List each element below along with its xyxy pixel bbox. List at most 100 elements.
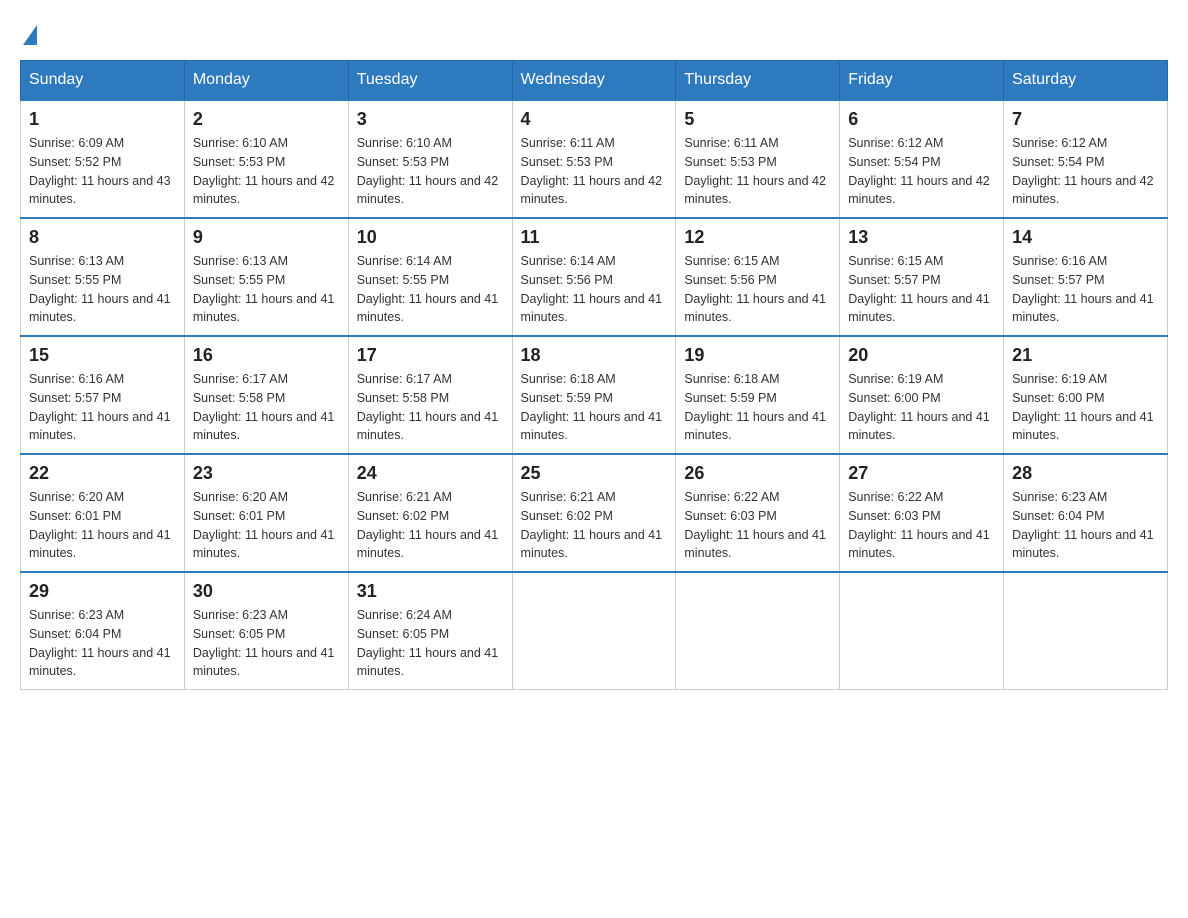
day-number: 10 (357, 227, 504, 248)
day-info: Sunrise: 6:13 AMSunset: 5:55 PMDaylight:… (193, 252, 340, 327)
table-row: 26 Sunrise: 6:22 AMSunset: 6:03 PMDaylig… (676, 454, 840, 572)
table-row: 22 Sunrise: 6:20 AMSunset: 6:01 PMDaylig… (21, 454, 185, 572)
table-row: 28 Sunrise: 6:23 AMSunset: 6:04 PMDaylig… (1004, 454, 1168, 572)
day-number: 20 (848, 345, 995, 366)
table-row: 17 Sunrise: 6:17 AMSunset: 5:58 PMDaylig… (348, 336, 512, 454)
logo (20, 20, 37, 40)
day-info: Sunrise: 6:24 AMSunset: 6:05 PMDaylight:… (357, 606, 504, 681)
day-info: Sunrise: 6:10 AMSunset: 5:53 PMDaylight:… (193, 134, 340, 209)
table-row: 1 Sunrise: 6:09 AMSunset: 5:52 PMDayligh… (21, 100, 185, 218)
header-monday: Monday (184, 61, 348, 101)
day-number: 16 (193, 345, 340, 366)
header-friday: Friday (840, 61, 1004, 101)
table-row: 3 Sunrise: 6:10 AMSunset: 5:53 PMDayligh… (348, 100, 512, 218)
table-row (840, 572, 1004, 690)
week-row-3: 15 Sunrise: 6:16 AMSunset: 5:57 PMDaylig… (21, 336, 1168, 454)
day-info: Sunrise: 6:17 AMSunset: 5:58 PMDaylight:… (193, 370, 340, 445)
table-row (512, 572, 676, 690)
day-info: Sunrise: 6:16 AMSunset: 5:57 PMDaylight:… (1012, 252, 1159, 327)
day-info: Sunrise: 6:20 AMSunset: 6:01 PMDaylight:… (193, 488, 340, 563)
table-row: 23 Sunrise: 6:20 AMSunset: 6:01 PMDaylig… (184, 454, 348, 572)
day-info: Sunrise: 6:15 AMSunset: 5:56 PMDaylight:… (684, 252, 831, 327)
day-number: 27 (848, 463, 995, 484)
day-info: Sunrise: 6:23 AMSunset: 6:04 PMDaylight:… (1012, 488, 1159, 563)
table-row: 13 Sunrise: 6:15 AMSunset: 5:57 PMDaylig… (840, 218, 1004, 336)
logo-triangle-icon (23, 25, 37, 45)
table-row: 18 Sunrise: 6:18 AMSunset: 5:59 PMDaylig… (512, 336, 676, 454)
day-number: 3 (357, 109, 504, 130)
week-row-5: 29 Sunrise: 6:23 AMSunset: 6:04 PMDaylig… (21, 572, 1168, 690)
header-row: Sunday Monday Tuesday Wednesday Thursday… (21, 61, 1168, 101)
day-info: Sunrise: 6:21 AMSunset: 6:02 PMDaylight:… (357, 488, 504, 563)
day-info: Sunrise: 6:18 AMSunset: 5:59 PMDaylight:… (521, 370, 668, 445)
day-number: 1 (29, 109, 176, 130)
header-thursday: Thursday (676, 61, 840, 101)
table-row: 2 Sunrise: 6:10 AMSunset: 5:53 PMDayligh… (184, 100, 348, 218)
header-saturday: Saturday (1004, 61, 1168, 101)
day-number: 8 (29, 227, 176, 248)
table-row: 10 Sunrise: 6:14 AMSunset: 5:55 PMDaylig… (348, 218, 512, 336)
day-number: 2 (193, 109, 340, 130)
table-row: 15 Sunrise: 6:16 AMSunset: 5:57 PMDaylig… (21, 336, 185, 454)
table-row: 21 Sunrise: 6:19 AMSunset: 6:00 PMDaylig… (1004, 336, 1168, 454)
table-row: 27 Sunrise: 6:22 AMSunset: 6:03 PMDaylig… (840, 454, 1004, 572)
header-wednesday: Wednesday (512, 61, 676, 101)
day-number: 26 (684, 463, 831, 484)
day-number: 17 (357, 345, 504, 366)
day-info: Sunrise: 6:19 AMSunset: 6:00 PMDaylight:… (848, 370, 995, 445)
day-number: 9 (193, 227, 340, 248)
day-info: Sunrise: 6:13 AMSunset: 5:55 PMDaylight:… (29, 252, 176, 327)
day-number: 28 (1012, 463, 1159, 484)
table-row (676, 572, 840, 690)
day-info: Sunrise: 6:11 AMSunset: 5:53 PMDaylight:… (684, 134, 831, 209)
table-row: 5 Sunrise: 6:11 AMSunset: 5:53 PMDayligh… (676, 100, 840, 218)
table-row: 16 Sunrise: 6:17 AMSunset: 5:58 PMDaylig… (184, 336, 348, 454)
header-sunday: Sunday (21, 61, 185, 101)
table-row: 29 Sunrise: 6:23 AMSunset: 6:04 PMDaylig… (21, 572, 185, 690)
table-row: 25 Sunrise: 6:21 AMSunset: 6:02 PMDaylig… (512, 454, 676, 572)
day-info: Sunrise: 6:11 AMSunset: 5:53 PMDaylight:… (521, 134, 668, 209)
table-row: 6 Sunrise: 6:12 AMSunset: 5:54 PMDayligh… (840, 100, 1004, 218)
day-info: Sunrise: 6:14 AMSunset: 5:56 PMDaylight:… (521, 252, 668, 327)
day-number: 24 (357, 463, 504, 484)
day-number: 12 (684, 227, 831, 248)
day-info: Sunrise: 6:12 AMSunset: 5:54 PMDaylight:… (1012, 134, 1159, 209)
day-number: 31 (357, 581, 504, 602)
day-info: Sunrise: 6:15 AMSunset: 5:57 PMDaylight:… (848, 252, 995, 327)
table-row: 8 Sunrise: 6:13 AMSunset: 5:55 PMDayligh… (21, 218, 185, 336)
table-row: 19 Sunrise: 6:18 AMSunset: 5:59 PMDaylig… (676, 336, 840, 454)
day-info: Sunrise: 6:19 AMSunset: 6:00 PMDaylight:… (1012, 370, 1159, 445)
day-number: 5 (684, 109, 831, 130)
table-row: 24 Sunrise: 6:21 AMSunset: 6:02 PMDaylig… (348, 454, 512, 572)
day-info: Sunrise: 6:10 AMSunset: 5:53 PMDaylight:… (357, 134, 504, 209)
day-number: 11 (521, 227, 668, 248)
week-row-1: 1 Sunrise: 6:09 AMSunset: 5:52 PMDayligh… (21, 100, 1168, 218)
day-info: Sunrise: 6:22 AMSunset: 6:03 PMDaylight:… (684, 488, 831, 563)
day-number: 30 (193, 581, 340, 602)
day-number: 21 (1012, 345, 1159, 366)
week-row-2: 8 Sunrise: 6:13 AMSunset: 5:55 PMDayligh… (21, 218, 1168, 336)
day-number: 23 (193, 463, 340, 484)
day-info: Sunrise: 6:23 AMSunset: 6:05 PMDaylight:… (193, 606, 340, 681)
day-number: 6 (848, 109, 995, 130)
day-info: Sunrise: 6:23 AMSunset: 6:04 PMDaylight:… (29, 606, 176, 681)
table-row: 31 Sunrise: 6:24 AMSunset: 6:05 PMDaylig… (348, 572, 512, 690)
day-number: 15 (29, 345, 176, 366)
day-info: Sunrise: 6:12 AMSunset: 5:54 PMDaylight:… (848, 134, 995, 209)
table-row: 20 Sunrise: 6:19 AMSunset: 6:00 PMDaylig… (840, 336, 1004, 454)
table-row: 9 Sunrise: 6:13 AMSunset: 5:55 PMDayligh… (184, 218, 348, 336)
day-number: 19 (684, 345, 831, 366)
table-row: 11 Sunrise: 6:14 AMSunset: 5:56 PMDaylig… (512, 218, 676, 336)
table-row: 7 Sunrise: 6:12 AMSunset: 5:54 PMDayligh… (1004, 100, 1168, 218)
day-number: 18 (521, 345, 668, 366)
day-info: Sunrise: 6:21 AMSunset: 6:02 PMDaylight:… (521, 488, 668, 563)
day-number: 4 (521, 109, 668, 130)
day-info: Sunrise: 6:09 AMSunset: 5:52 PMDaylight:… (29, 134, 176, 209)
header-tuesday: Tuesday (348, 61, 512, 101)
table-row: 12 Sunrise: 6:15 AMSunset: 5:56 PMDaylig… (676, 218, 840, 336)
page-header (20, 20, 1168, 40)
day-number: 7 (1012, 109, 1159, 130)
day-info: Sunrise: 6:20 AMSunset: 6:01 PMDaylight:… (29, 488, 176, 563)
day-number: 29 (29, 581, 176, 602)
day-number: 25 (521, 463, 668, 484)
